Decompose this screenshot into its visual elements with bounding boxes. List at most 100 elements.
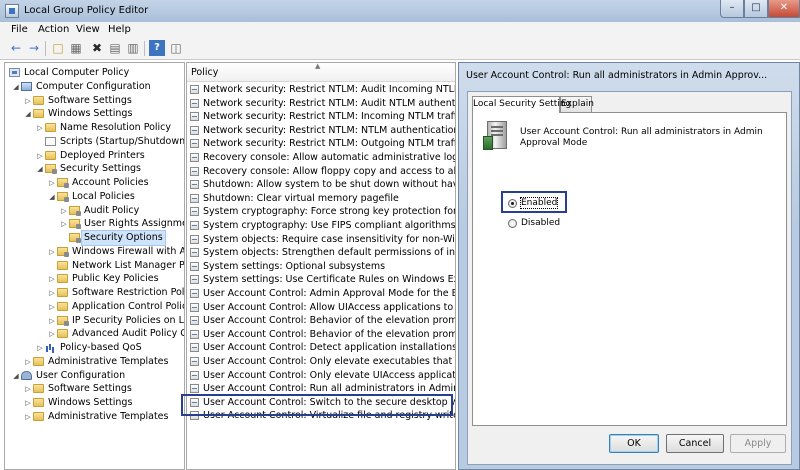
- tree-item[interactable]: ◢ Windows Settings: [5, 107, 184, 121]
- policy-row[interactable]: Recovery console: Allow floppy copy and …: [187, 165, 455, 179]
- menu-view[interactable]: View: [76, 24, 100, 35]
- expanded-arrow-icon[interactable]: ◢: [24, 107, 32, 121]
- policy-row[interactable]: User Account Control: Only elevate execu…: [187, 355, 455, 369]
- up-folder-icon[interactable]: □: [50, 40, 66, 56]
- tree-item[interactable]: ▷ Account Policies: [5, 176, 184, 190]
- properties-icon[interactable]: ▤: [107, 40, 123, 56]
- policy-row[interactable]: System objects: Require case insensitivi…: [187, 233, 455, 247]
- menu-action[interactable]: Action: [38, 24, 69, 35]
- policy-row[interactable]: Network security: Restrict NTLM: Audit I…: [187, 83, 455, 97]
- tree-item[interactable]: Network List Manager Po: [5, 259, 184, 273]
- policy-row[interactable]: System settings: Use Certificate Rules o…: [187, 273, 455, 287]
- collapsed-arrow-icon[interactable]: ▷: [36, 149, 44, 163]
- policy-row[interactable]: Network security: Restrict NTLM: Audit N…: [187, 97, 455, 111]
- policy-row[interactable]: User Account Control: Behavior of the el…: [187, 314, 455, 328]
- tree-item[interactable]: ▷ Policy-based QoS: [5, 341, 184, 355]
- collapsed-arrow-icon[interactable]: ▷: [48, 176, 56, 190]
- expanded-arrow-icon[interactable]: ◢: [12, 369, 20, 383]
- tree-item[interactable]: ▷ Administrative Templates: [5, 410, 184, 424]
- tree-item[interactable]: ▷ Software Restriction Polic: [5, 286, 185, 300]
- disabled-label: Disabled: [521, 218, 561, 228]
- collapsed-arrow-icon[interactable]: ▷: [48, 245, 56, 259]
- policy-row[interactable]: User Account Control: Detect application…: [187, 341, 455, 355]
- tree-item[interactable]: ▷ Deployed Printers: [5, 149, 184, 163]
- tree-item[interactable]: ◢ Security Settings: [5, 162, 184, 176]
- tree-item[interactable]: ▷ Audit Policy: [5, 204, 184, 218]
- tree-item[interactable]: ◢ Computer Configuration: [5, 80, 184, 94]
- tree-item[interactable]: ◢ Local Policies: [5, 190, 184, 204]
- collapsed-arrow-icon[interactable]: ▷: [24, 355, 32, 369]
- close-button[interactable]: ✕: [768, 0, 800, 18]
- tree-item[interactable]: ◢ User Configuration: [5, 369, 184, 383]
- menu-help[interactable]: Help: [108, 24, 131, 35]
- collapsed-arrow-icon[interactable]: ▷: [36, 121, 44, 135]
- policy-row[interactable]: Network security: Restrict NTLM: NTLM au…: [187, 124, 455, 138]
- tree-item[interactable]: ▷ IP Security Policies on Lo: [5, 314, 184, 328]
- collapsed-arrow-icon[interactable]: ▷: [48, 272, 56, 286]
- tree-item[interactable]: ▷ Application Control Polic: [5, 300, 184, 314]
- collapsed-arrow-icon[interactable]: ▷: [48, 300, 56, 314]
- minimize-button[interactable]: –: [720, 0, 744, 18]
- policy-setting-icon: [190, 370, 199, 380]
- disabled-radio[interactable]: [508, 219, 517, 228]
- collapsed-arrow-icon[interactable]: ▷: [48, 314, 56, 328]
- tree-item[interactable]: ▷ Software Settings: [5, 94, 184, 108]
- export-list-icon[interactable]: ▥: [125, 40, 141, 56]
- cancel-button[interactable]: Cancel: [666, 434, 724, 453]
- expanded-arrow-icon[interactable]: ◢: [48, 190, 56, 204]
- console-tree[interactable]: Local Computer Policy ◢ Computer Configura…: [4, 62, 185, 470]
- expanded-arrow-icon[interactable]: ◢: [36, 162, 44, 176]
- collapsed-arrow-icon[interactable]: ▷: [24, 94, 32, 108]
- tree-item[interactable]: ▷ Name Resolution Policy: [5, 121, 184, 135]
- tree-item[interactable]: ▷ Windows Firewall with A: [5, 245, 184, 259]
- tree-item[interactable]: Security Options: [5, 230, 184, 246]
- lock-icon: [57, 178, 69, 188]
- tree-item[interactable]: ▷ Administrative Templates: [5, 355, 184, 369]
- tree-item[interactable]: Scripts (Startup/Shutdown): [5, 135, 184, 149]
- tree-item[interactable]: ▷ User Rights Assignme: [5, 217, 184, 231]
- tree-item[interactable]: ▷ Windows Settings: [5, 396, 184, 410]
- collapsed-arrow-icon[interactable]: ▷: [24, 396, 32, 410]
- tree-item-label: Software Restriction Polic: [72, 287, 185, 298]
- folder-icon: [45, 123, 56, 132]
- policy-row[interactable]: System cryptography: Force strong key pr…: [187, 205, 455, 219]
- collapsed-arrow-icon[interactable]: ▷: [60, 204, 68, 218]
- policy-column-header[interactable]: ▲ Policy: [187, 63, 455, 82]
- policy-row[interactable]: System objects: Strengthen default permi…: [187, 246, 455, 260]
- show-tree-icon[interactable]: ▦: [68, 40, 84, 56]
- apply-button[interactable]: Apply: [730, 434, 786, 453]
- policy-row[interactable]: Network security: Restrict NTLM: Outgoin…: [187, 137, 455, 151]
- show-hide-pane-icon[interactable]: ◫: [168, 40, 184, 56]
- tree-item[interactable]: Local Computer Policy: [5, 66, 184, 80]
- policy-row[interactable]: User Account Control: Behavior of the el…: [187, 328, 455, 342]
- tree-item[interactable]: ▷ Public Key Policies: [5, 272, 184, 286]
- collapsed-arrow-icon[interactable]: ▷: [48, 327, 56, 341]
- collapsed-arrow-icon[interactable]: ▷: [60, 217, 68, 231]
- policy-row[interactable]: User Account Control: Allow UIAccess app…: [187, 301, 455, 315]
- policy-row[interactable]: System cryptography: Use FIPS compliant …: [187, 219, 455, 233]
- tab-local-security-setting[interactable]: Local Security Setting: [472, 96, 571, 113]
- policy-row[interactable]: Recovery console: Allow automatic admini…: [187, 151, 455, 165]
- help-icon[interactable]: ?: [149, 40, 165, 56]
- ok-button[interactable]: OK: [609, 434, 659, 453]
- menu-file[interactable]: File: [11, 24, 28, 35]
- policy-row[interactable]: User Account Control: Admin Approval Mod…: [187, 287, 455, 301]
- collapsed-arrow-icon[interactable]: ▷: [24, 382, 32, 396]
- policy-row[interactable]: System settings: Optional subsystems: [187, 260, 455, 274]
- collapsed-arrow-icon[interactable]: ▷: [36, 341, 44, 355]
- policy-row[interactable]: User Account Control: Only elevate UIAcc…: [187, 369, 455, 383]
- delete-icon[interactable]: ✖: [89, 40, 105, 56]
- policy-row[interactable]: Network security: Restrict NTLM: Incomin…: [187, 110, 455, 124]
- tree-item[interactable]: ▷ Advanced Audit Policy C: [5, 327, 184, 341]
- policy-row[interactable]: Shutdown: Allow system to be shut down w…: [187, 178, 455, 192]
- forward-arrow-icon[interactable]: →: [26, 40, 42, 56]
- collapsed-arrow-icon[interactable]: ▷: [24, 410, 32, 424]
- tree-item-label: Deployed Printers: [60, 149, 145, 161]
- maximize-button[interactable]: □: [744, 0, 768, 18]
- lock-icon: [69, 219, 81, 230]
- expanded-arrow-icon[interactable]: ◢: [12, 80, 20, 94]
- back-arrow-icon[interactable]: ←: [8, 40, 24, 56]
- collapsed-arrow-icon[interactable]: ▷: [48, 286, 56, 300]
- policy-row[interactable]: Shutdown: Clear virtual memory pagefile: [187, 192, 455, 206]
- tree-item[interactable]: ▷ Software Settings: [5, 382, 184, 396]
